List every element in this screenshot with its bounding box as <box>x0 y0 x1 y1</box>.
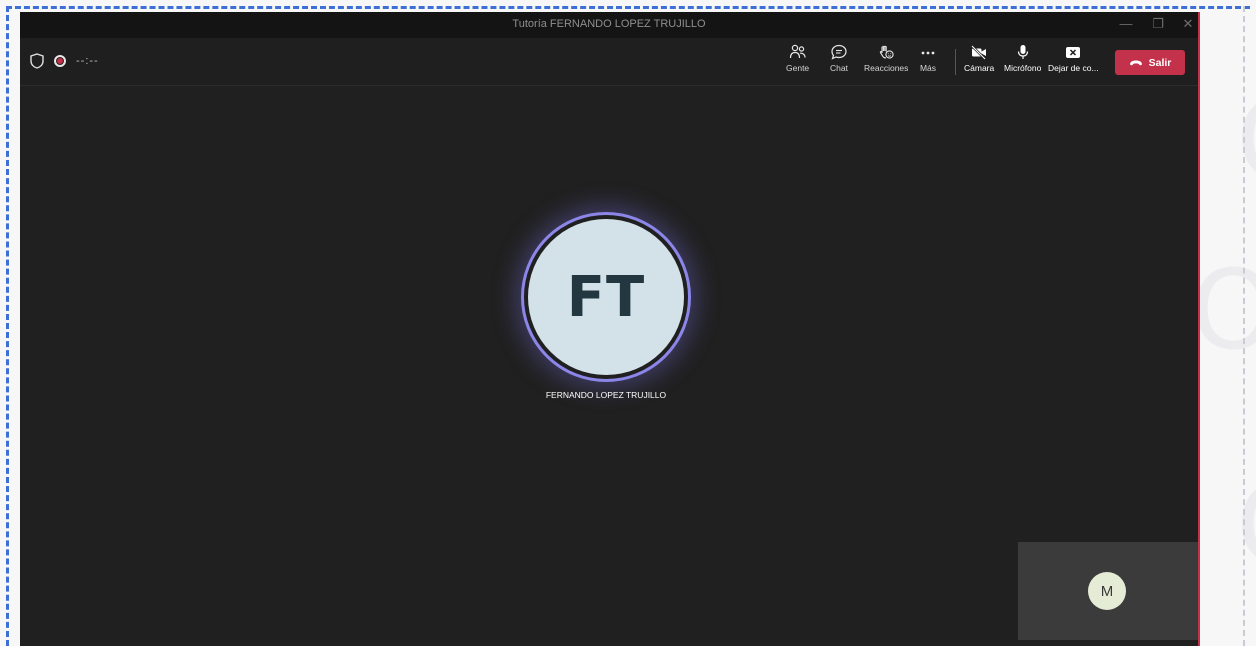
more-icon <box>921 51 935 55</box>
more-label: Más <box>919 63 937 73</box>
people-icon <box>789 44 806 59</box>
maximize-button[interactable]: ❐ <box>1150 16 1166 32</box>
meeting-status: --:-- <box>30 53 99 69</box>
leave-button[interactable]: Salir <box>1115 50 1185 75</box>
stop-share-label: Dejar de co... <box>1048 63 1099 73</box>
selection-border-left <box>6 6 9 646</box>
camera-label: Cámara <box>964 63 995 73</box>
chat-icon <box>831 44 847 60</box>
chat-label: Chat <box>830 63 848 73</box>
camera-off-icon <box>971 45 987 60</box>
people-label: Gente <box>786 63 810 73</box>
mic-button[interactable]: Micrófono <box>1004 44 1041 73</box>
minimize-button[interactable]: — <box>1118 16 1134 32</box>
more-button[interactable]: Más <box>919 44 937 73</box>
selection-border-right <box>1243 6 1245 646</box>
reactions-button[interactable]: Reacciones <box>864 44 908 73</box>
title-bar: Tutoría FERNANDO LOPEZ TRUJILLO — ❐ ✕ <box>20 12 1198 38</box>
background-ghost-glyph: O <box>1236 85 1256 195</box>
reactions-icon <box>880 45 894 59</box>
camera-button[interactable]: Cámara <box>964 44 994 73</box>
desktop-background: O O O Tutoría FERNANDO LOPEZ TRUJILLO — … <box>0 0 1256 646</box>
mic-icon <box>1017 45 1028 59</box>
reactions-label: Reacciones <box>864 63 909 73</box>
shield-icon[interactable] <box>30 53 44 69</box>
meeting-toolbar: --:-- Gente Chat Reacciones Más Cámara M… <box>20 38 1198 86</box>
phone-hangup-icon <box>1129 60 1142 65</box>
self-avatar: M <box>1088 572 1126 610</box>
stop-share-button[interactable]: Dejar de co... <box>1048 44 1099 73</box>
selection-border-top <box>6 6 1250 9</box>
stop-share-icon <box>1066 47 1081 58</box>
window-title: Tutoría FERNANDO LOPEZ TRUJILLO <box>512 18 706 30</box>
leave-label: Salir <box>1148 56 1172 69</box>
mic-label: Micrófono <box>1004 63 1042 73</box>
self-video-tile[interactable]: M <box>1018 542 1198 640</box>
meeting-window: Tutoría FERNANDO LOPEZ TRUJILLO — ❐ ✕ --… <box>20 12 1200 646</box>
toolbar-divider <box>955 49 956 75</box>
close-button[interactable]: ✕ <box>1180 16 1196 32</box>
participant-name: FERNANDO LOPEZ TRUJILLO <box>545 390 667 400</box>
recording-dot-icon <box>54 55 66 67</box>
chat-button[interactable]: Chat <box>830 44 848 73</box>
people-button[interactable]: Gente <box>786 44 809 73</box>
background-ghost-glyph: O <box>1236 470 1256 580</box>
participant-avatar[interactable]: FT <box>528 219 684 375</box>
meeting-timer: --:-- <box>76 55 99 67</box>
